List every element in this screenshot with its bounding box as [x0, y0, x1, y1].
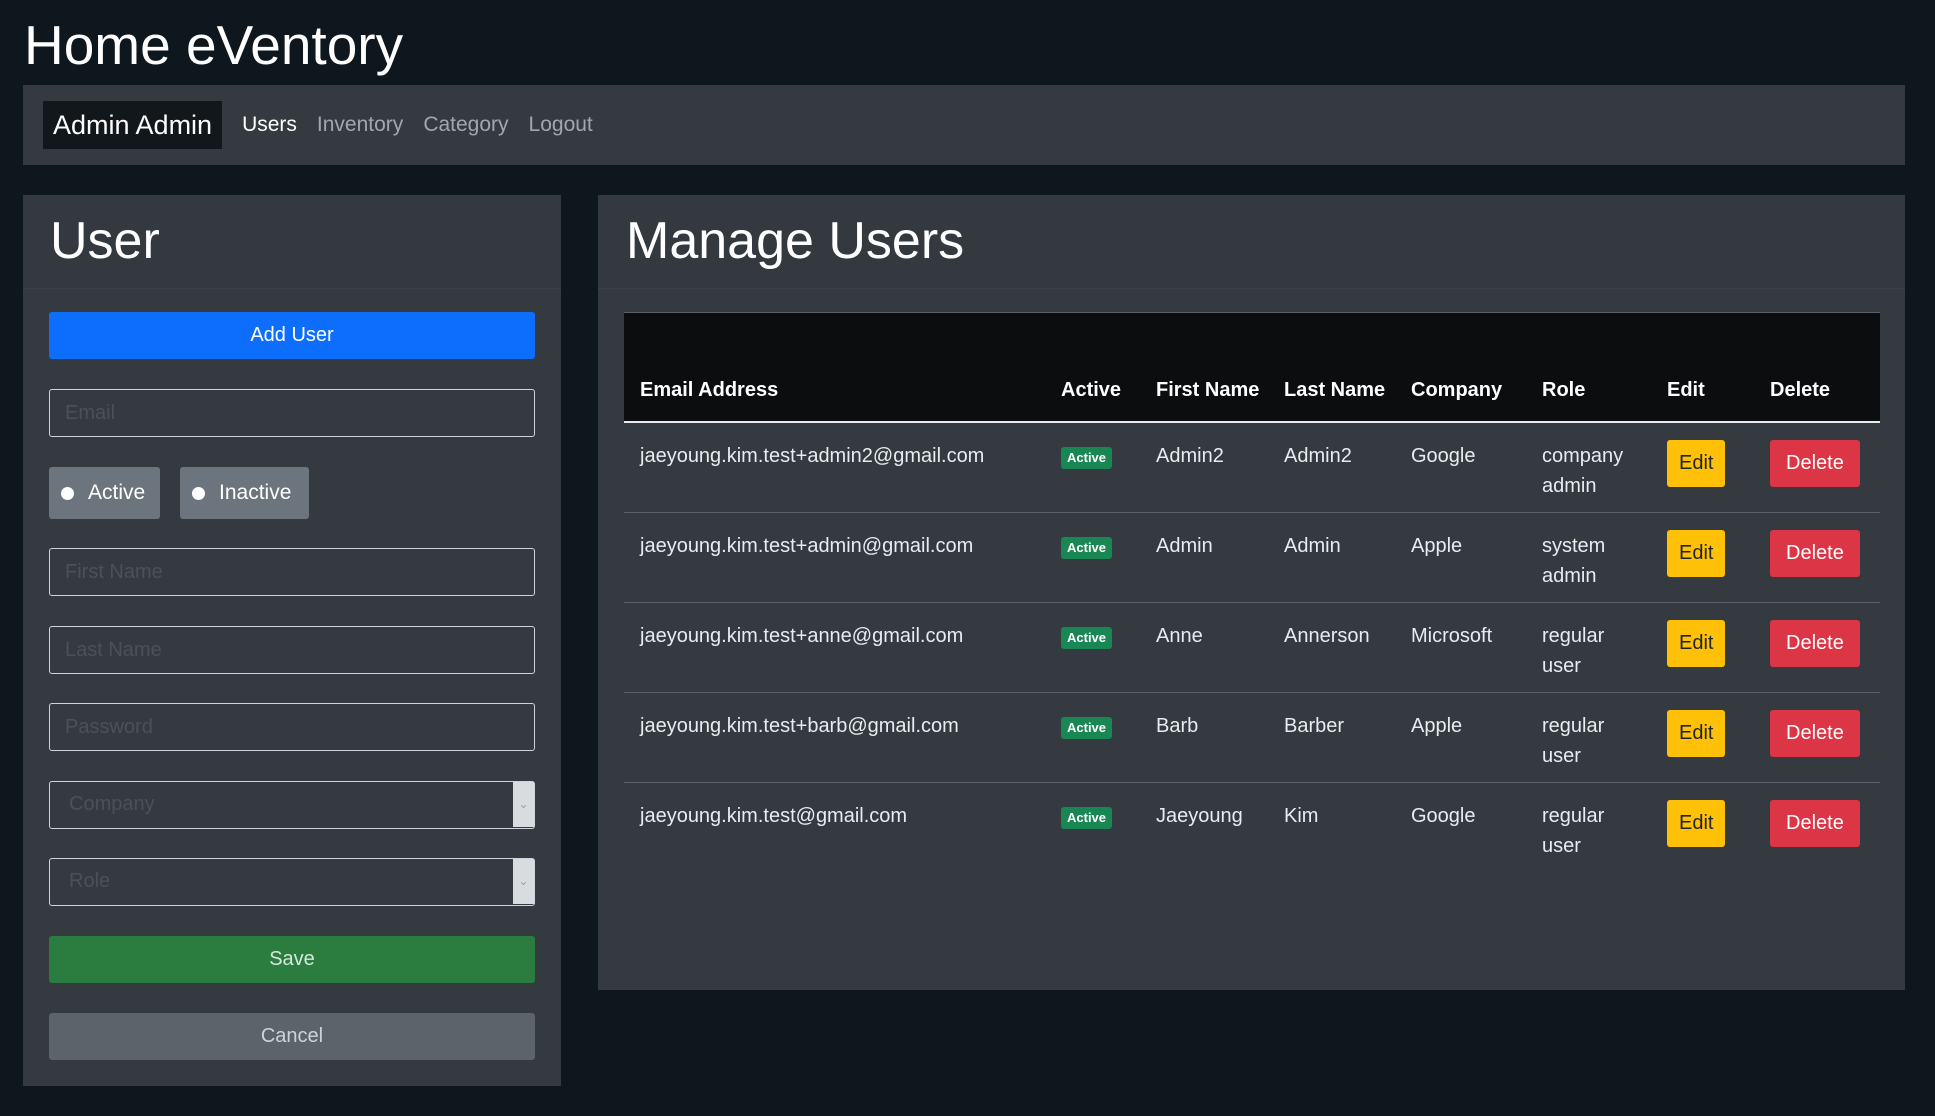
email-field[interactable] [49, 389, 535, 437]
user-email: jaeyoung.kim.test+admin@gmail.com [624, 512, 1045, 603]
app-title: Home eVentory [24, 14, 404, 76]
delete-button[interactable]: Delete [1770, 529, 1860, 577]
nav-link-users[interactable]: Users [242, 113, 297, 137]
user-form-header: User [23, 195, 561, 289]
status-inactive-toggle[interactable]: Inactive [180, 467, 309, 519]
user-form-title: User [50, 212, 160, 270]
edit-button[interactable]: Edit [1667, 619, 1726, 667]
delete-button[interactable]: Delete [1770, 440, 1860, 487]
user-last-name: Admin [1268, 512, 1395, 603]
user-email: jaeyoung.kim.test+barb@gmail.com [624, 692, 1045, 783]
user-company: Microsoft [1395, 602, 1526, 693]
edit-button[interactable]: Edit [1667, 709, 1726, 757]
status-badge: Active [1061, 447, 1113, 469]
user-company: Google [1411, 804, 1476, 827]
nav-link-category[interactable]: Category [423, 113, 508, 137]
add-user-button[interactable]: Add User [49, 312, 535, 359]
column-header-role: Role [1526, 312, 1651, 423]
user-first-name: Jaeyoung [1156, 804, 1243, 827]
password-field[interactable] [49, 703, 535, 751]
user-email: jaeyoung.kim.test+admin2@gmail.com [624, 422, 1045, 513]
user-last-name: Admin2 [1268, 422, 1395, 513]
user-role: company admin [1526, 422, 1651, 513]
user-first-name: Admin2 [1140, 422, 1268, 513]
navbar: Admin Admin Users Inventory Category Log… [23, 85, 1905, 165]
chevron-down-icon: ⌄ [513, 859, 534, 904]
edit-button[interactable]: Edit [1667, 440, 1726, 487]
status-badge: Active [1061, 626, 1113, 649]
radio-dot-icon [61, 486, 74, 500]
user-last-name: Annerson [1268, 602, 1395, 693]
table-row: jaeyoung.kim.test@gmail.com Active Jaeyo… [624, 782, 1880, 872]
manage-users-card: Manage Users Email Address Active First … [598, 195, 1905, 990]
user-role: system admin [1526, 512, 1651, 603]
radio-dot-icon [192, 486, 205, 500]
user-role: regular user [1526, 602, 1651, 693]
user-role: regular user [1526, 692, 1651, 783]
table-header-row: Email Address Active First Name Last Nam… [624, 312, 1880, 423]
status-inactive-label: Inactive [219, 481, 292, 504]
user-company: Apple [1395, 512, 1526, 603]
edit-button[interactable]: Edit [1667, 799, 1726, 847]
cancel-button[interactable]: Cancel [49, 1013, 535, 1060]
users-table: Email Address Active First Name Last Nam… [624, 312, 1880, 872]
status-badge: Active [1061, 536, 1113, 559]
user-last-name: Barber [1268, 692, 1395, 783]
column-header-first-name: First Name [1140, 312, 1268, 423]
user-company: Apple [1395, 692, 1526, 783]
chevron-down-icon: ⌄ [513, 782, 534, 827]
table-row: jaeyoung.kim.test+admin@gmail.com Active… [624, 512, 1880, 603]
status-active-label: Active [88, 481, 146, 504]
navbar-brand[interactable]: Admin Admin [43, 101, 223, 149]
user-last-name: Kim [1284, 804, 1319, 827]
user-first-name: Anne [1140, 602, 1268, 693]
first-name-field[interactable] [49, 548, 535, 596]
table-row: jaeyoung.kim.test+admin2@gmail.com Activ… [624, 422, 1880, 513]
column-header-delete: Delete [1754, 312, 1880, 423]
save-button[interactable]: Save [49, 936, 535, 983]
delete-button[interactable]: Delete [1770, 619, 1860, 667]
user-first-name: Admin [1140, 512, 1268, 603]
table-row: jaeyoung.kim.test+barb@gmail.com Active … [624, 692, 1880, 783]
table-row: jaeyoung.kim.test+anne@gmail.com Active … [624, 602, 1880, 693]
delete-button[interactable]: Delete [1770, 799, 1860, 847]
status-active-toggle[interactable]: Active [49, 467, 160, 519]
column-header-edit: Edit [1651, 312, 1754, 423]
user-role: regular user [1542, 804, 1605, 857]
user-first-name: Barb [1140, 692, 1268, 783]
company-select-value: Company [69, 793, 155, 815]
last-name-field[interactable] [49, 626, 535, 674]
manage-users-header: Manage Users [598, 195, 1905, 289]
nav-link-logout[interactable]: Logout [529, 113, 593, 137]
column-header-company: Company [1395, 312, 1526, 423]
column-header-active: Active [1045, 312, 1140, 423]
user-company: Google [1395, 422, 1526, 513]
user-email: jaeyoung.kim.test+anne@gmail.com [624, 602, 1045, 693]
manage-users-title: Manage Users [626, 212, 965, 270]
nav-link-inventory[interactable]: Inventory [317, 113, 403, 137]
column-header-email: Email Address [624, 312, 1045, 423]
column-header-last-name: Last Name [1268, 312, 1395, 423]
role-select-value: Role [69, 870, 111, 892]
status-badge: Active [1061, 806, 1113, 829]
company-select[interactable]: Company ⌄ [49, 781, 535, 829]
status-badge: Active [1061, 716, 1113, 739]
edit-button[interactable]: Edit [1667, 529, 1726, 577]
delete-button[interactable]: Delete [1770, 709, 1860, 757]
user-email: jaeyoung.kim.test@gmail.com [640, 804, 908, 827]
role-select[interactable]: Role ⌄ [49, 858, 535, 906]
